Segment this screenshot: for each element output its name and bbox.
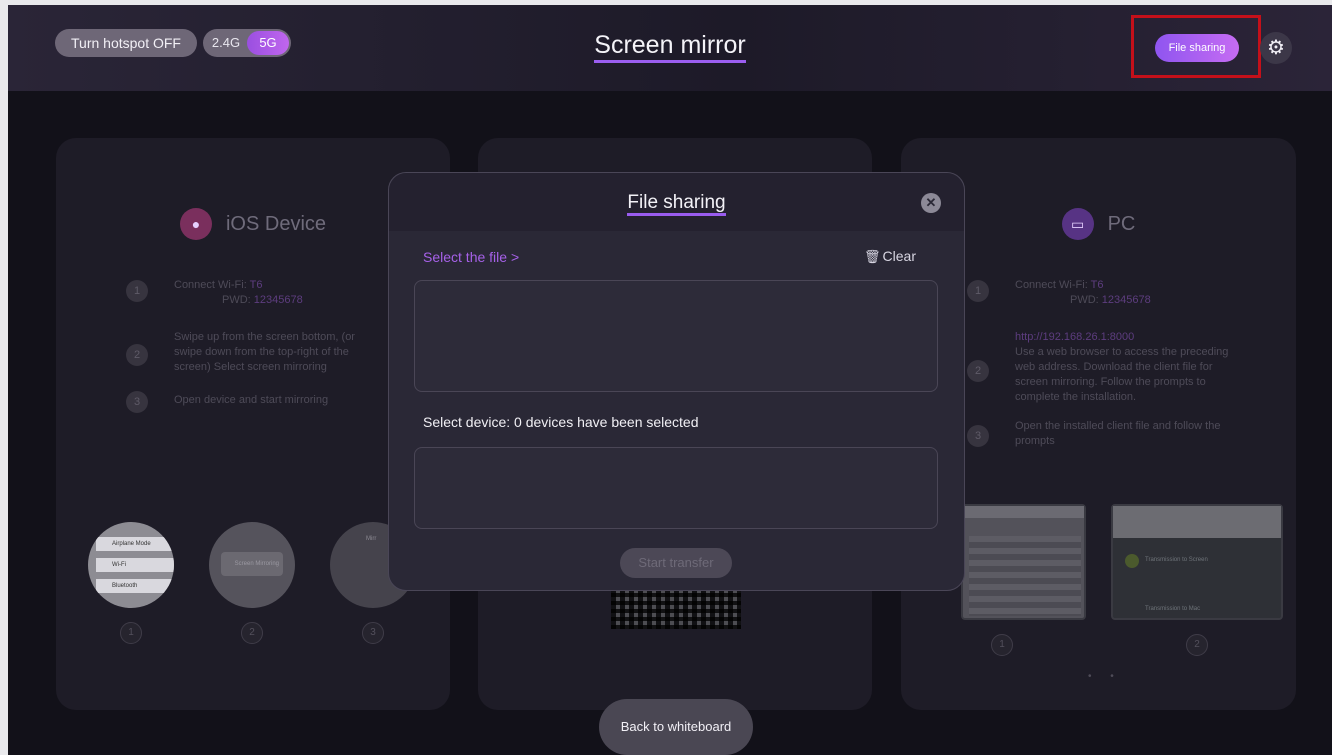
screenshot-titlebar xyxy=(963,506,1084,518)
ios-control-center-thumbnail: Airplane Mode Wi-Fi Bluetooth xyxy=(88,522,174,608)
file-sharing-button[interactable]: File sharing xyxy=(1155,34,1239,62)
ios-step-1: 1 Connect Wi-Fi: T6 PWD: 12345678 xyxy=(126,278,420,308)
apple-icon: ● xyxy=(179,208,212,240)
screenshot-label-2: 2 xyxy=(1186,634,1208,656)
thumbnail-label-1: 1 xyxy=(120,622,142,644)
file-sharing-dialog: File sharing ✕ Select the file > 🗑 Clear … xyxy=(388,172,965,591)
device-selection-label: Select device: 0 devices have been selec… xyxy=(423,414,699,430)
pc-step-1-text: Connect Wi-Fi: T6 PWD: 12345678 xyxy=(1015,278,1151,308)
transmission-to-mac-text: Transmission to Mac xyxy=(1145,606,1201,612)
connect-label: Connect xyxy=(1015,279,1056,291)
ios-step-3-text: Open device and start mirroring xyxy=(174,394,329,406)
pwd-label: PWD: xyxy=(1070,294,1099,306)
screenshot-label-1: 1 xyxy=(991,634,1013,656)
back-to-whiteboard-button[interactable]: Back to whiteboard xyxy=(599,699,753,755)
step-number: 1 xyxy=(967,280,989,302)
start-transfer-button[interactable]: Start transfer xyxy=(620,548,732,578)
pwd-value: 12345678 xyxy=(1101,294,1151,306)
ios-step-2: 2 Swipe up from the screen bottom, (or s… xyxy=(126,330,420,375)
wifi-label: Wi-Fi: xyxy=(1059,279,1088,291)
wifi-row: Wi-Fi xyxy=(96,558,174,572)
wifi-value: T6 xyxy=(1090,279,1104,291)
ios-step-3: 3 Open device and start mirroring xyxy=(126,389,420,413)
close-icon[interactable]: ✕ xyxy=(921,193,941,213)
step-number: 2 xyxy=(126,344,148,366)
pc-step-3-text: Open the installed client file and follo… xyxy=(1015,420,1221,447)
pwd-label: PWD: xyxy=(222,294,251,306)
screen-mirror-app: Turn hotspot OFF 2.4G 5G Screen mirror F… xyxy=(8,5,1332,755)
connect-label: Connect xyxy=(174,279,215,291)
clear-label: Clear xyxy=(882,248,916,264)
pc-steps: 1 Connect Wi-Fi: T6 PWD: 12345678 2 http… xyxy=(967,278,1266,463)
airplane-mode-row: Airplane Mode xyxy=(96,537,174,551)
step-number: 1 xyxy=(126,280,148,302)
status-dot-icon xyxy=(1125,554,1139,568)
wifi-label: Wi-Fi: xyxy=(218,279,247,291)
ios-step-1-text: Connect Wi-Fi: T6 PWD: 12345678 xyxy=(174,278,303,308)
ios-screen-mirroring-thumbnail: Screen Mirroring xyxy=(209,522,295,608)
transmission-to-screen-text: Transmission to Screen xyxy=(1145,557,1208,563)
pc-step-2-instructions: Use a web browser to access the precedin… xyxy=(1015,346,1229,403)
step-number: 3 xyxy=(126,391,148,413)
download-link[interactable]: http://192.168.26.1:8000 xyxy=(1015,331,1134,343)
step-number: 3 xyxy=(967,425,989,447)
file-list-box[interactable] xyxy=(414,280,938,392)
ios-card-title: iOS Device xyxy=(225,212,327,235)
screenshot-list xyxy=(969,536,1081,616)
carousel-dots[interactable]: • • xyxy=(1088,671,1122,682)
monitor-icon: ▭ xyxy=(1061,208,1094,240)
pwd-value: 12345678 xyxy=(253,294,303,306)
pc-screenshot-1 xyxy=(961,504,1086,620)
step-number: 2 xyxy=(967,360,989,382)
qr-code xyxy=(611,585,741,629)
bluetooth-row: Bluetooth xyxy=(96,579,174,593)
screen-mirroring-tile: Screen Mirroring xyxy=(221,552,283,576)
thumbnail-label-2: 2 xyxy=(241,622,263,644)
dialog-title: File sharing xyxy=(389,192,964,216)
thumbnail-label-3: 3 xyxy=(362,622,384,644)
pc-step-1: 1 Connect Wi-Fi: T6 PWD: 12345678 xyxy=(967,278,1266,308)
pc-card-title: PC xyxy=(1107,212,1136,235)
trash-icon: 🗑 xyxy=(864,249,881,264)
wifi-value: T6 xyxy=(249,279,263,291)
dialog-title-text: File sharing xyxy=(627,192,726,216)
top-bar: Turn hotspot OFF 2.4G 5G Screen mirror F… xyxy=(8,5,1332,91)
ios-steps: 1 Connect Wi-Fi: T6 PWD: 12345678 2 Swip… xyxy=(126,278,420,427)
pc-step-2-text: http://192.168.26.1:8000 Use a web brows… xyxy=(1015,330,1245,405)
select-file-link[interactable]: Select the file > xyxy=(423,249,519,265)
clear-button[interactable]: 🗑 Clear xyxy=(864,248,916,265)
mirror-list-text: Mirr xyxy=(366,536,377,542)
pc-step-2: 2 http://192.168.26.1:8000 Use a web bro… xyxy=(967,330,1266,405)
ios-step-2-text: Swipe up from the screen bottom, (or swi… xyxy=(174,331,355,373)
device-list-box[interactable] xyxy=(414,447,938,529)
pc-screenshot-2: Transmission to Screen Transmission to M… xyxy=(1111,504,1283,620)
gear-icon[interactable]: ⚙ xyxy=(1260,32,1292,64)
pc-step-3: 3 Open the installed client file and fol… xyxy=(967,419,1266,449)
page-title-text: Screen mirror xyxy=(594,31,746,63)
screenshot-titlebar xyxy=(1113,506,1281,538)
dialog-header: File sharing ✕ xyxy=(389,173,964,231)
